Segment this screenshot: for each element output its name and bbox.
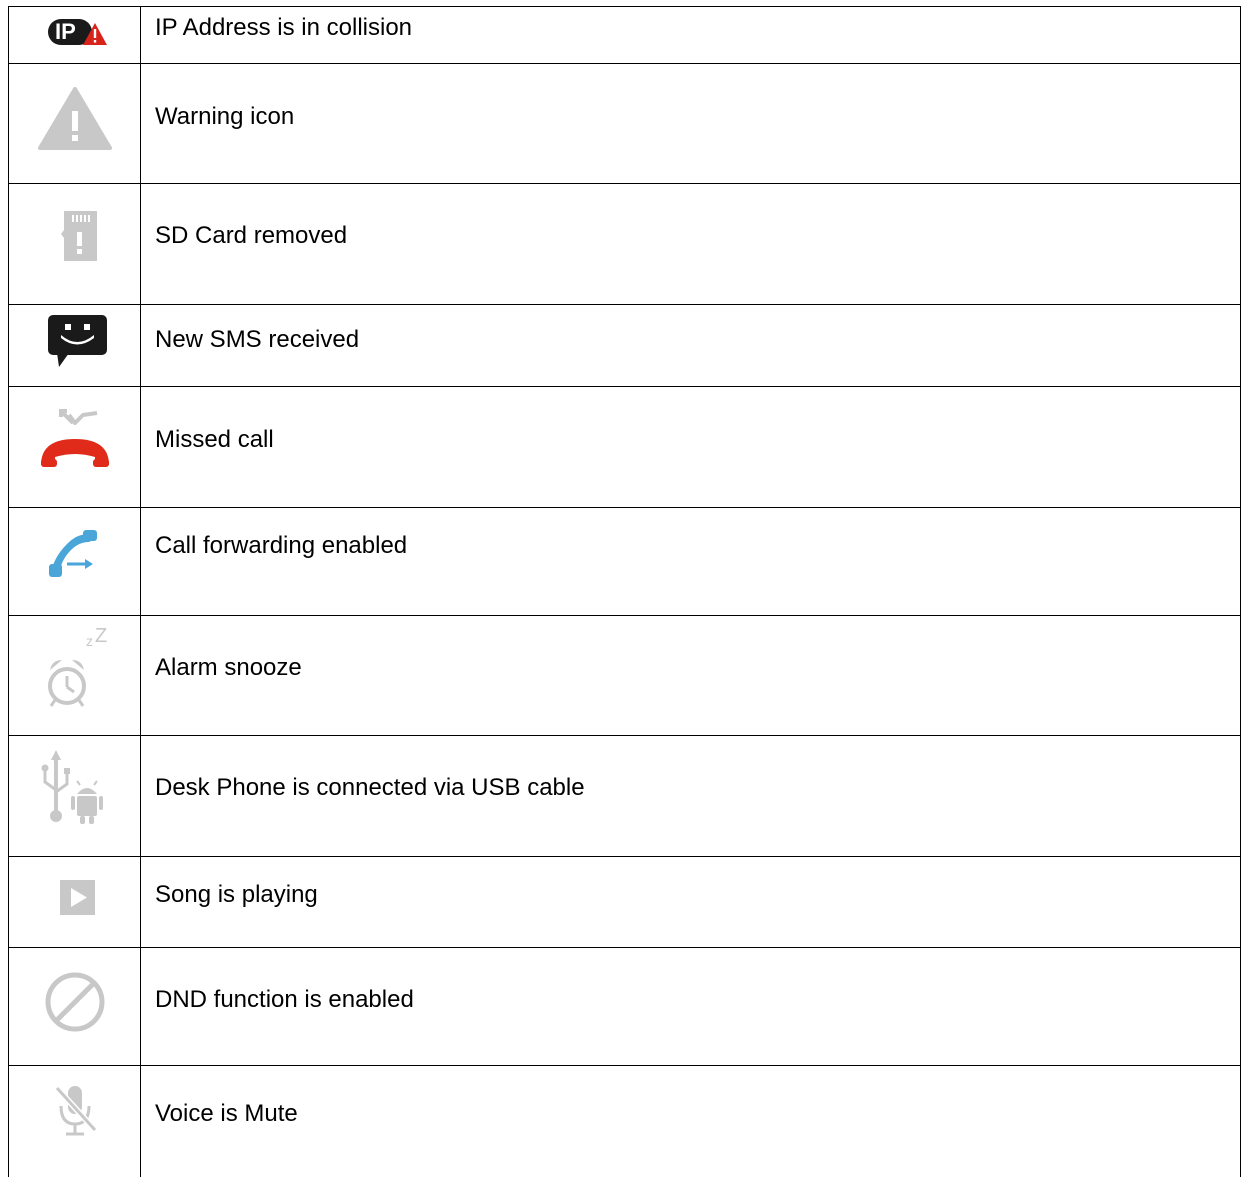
table-row: SD Card removed [8, 183, 1241, 305]
table-row: Song is playing [8, 856, 1241, 948]
table-row: Voice is Mute [8, 1065, 1241, 1177]
svg-text:IP: IP [55, 19, 76, 44]
usb-connected-icon [41, 750, 103, 824]
icon-cell: z Z [8, 615, 141, 736]
row-label: Desk Phone is connected via USB cable [155, 774, 585, 801]
icon-cell [8, 947, 141, 1066]
status-icon-table: IP IP Address is in collision Warning ic… [8, 6, 1241, 1177]
dnd-icon [45, 972, 105, 1032]
description-cell: Voice is Mute [140, 1065, 1241, 1177]
icon-cell [8, 386, 141, 508]
description-cell: IP Address is in collision [140, 6, 1241, 64]
missed-call-icon [41, 409, 109, 467]
icon-cell [8, 735, 141, 857]
description-cell: DND function is enabled [140, 947, 1241, 1066]
description-cell: Call forwarding enabled [140, 507, 1241, 616]
row-label: DND function is enabled [155, 986, 414, 1013]
icon-cell: IP [8, 6, 141, 64]
song-playing-icon [60, 880, 95, 915]
table-row: Missed call [8, 386, 1241, 508]
row-label: Warning icon [155, 103, 295, 130]
description-cell: Alarm snooze [140, 615, 1241, 736]
row-label: Voice is Mute [155, 1100, 298, 1127]
table-row: DND function is enabled [8, 947, 1241, 1066]
ip-collision-icon: IP [48, 19, 107, 45]
warning-icon [38, 87, 112, 150]
row-label: SD Card removed [155, 222, 348, 249]
row-label: Song is playing [155, 881, 318, 908]
description-cell: Warning icon [140, 63, 1241, 184]
svg-text:Z: Z [95, 625, 107, 647]
table-row: New SMS received [8, 304, 1241, 387]
description-cell: Song is playing [140, 856, 1241, 948]
row-label: Alarm snooze [155, 654, 302, 681]
icon-cell [8, 304, 141, 387]
table-row: IP IP Address is in collision [8, 6, 1241, 64]
svg-text:z: z [86, 633, 93, 649]
icon-cell [8, 63, 141, 184]
row-label: IP Address is in collision [155, 14, 413, 41]
icon-cell [8, 507, 141, 616]
table-row: Warning icon [8, 63, 1241, 184]
description-cell: SD Card removed [140, 183, 1241, 305]
description-cell: Desk Phone is connected via USB cable [140, 735, 1241, 857]
call-forwarding-icon [49, 530, 97, 577]
row-label: New SMS received [155, 326, 360, 353]
sd-card-removed-icon [61, 211, 97, 261]
table-row: Call forwarding enabled [8, 507, 1241, 616]
new-sms-icon [48, 315, 107, 367]
icon-cell [8, 183, 141, 305]
description-cell: Missed call [140, 386, 1241, 508]
icon-cell [8, 1065, 141, 1177]
voice-mute-icon [54, 1085, 98, 1136]
table-row: z Z Alarm snooze [8, 615, 1241, 736]
icon-cell [8, 856, 141, 948]
row-label: Missed call [155, 426, 274, 453]
table-row: Desk Phone is connected via USB cable [8, 735, 1241, 857]
row-label: Call forwarding enabled [155, 532, 408, 559]
description-cell: New SMS received [140, 304, 1241, 387]
alarm-snooze-icon: z Z [48, 625, 107, 707]
